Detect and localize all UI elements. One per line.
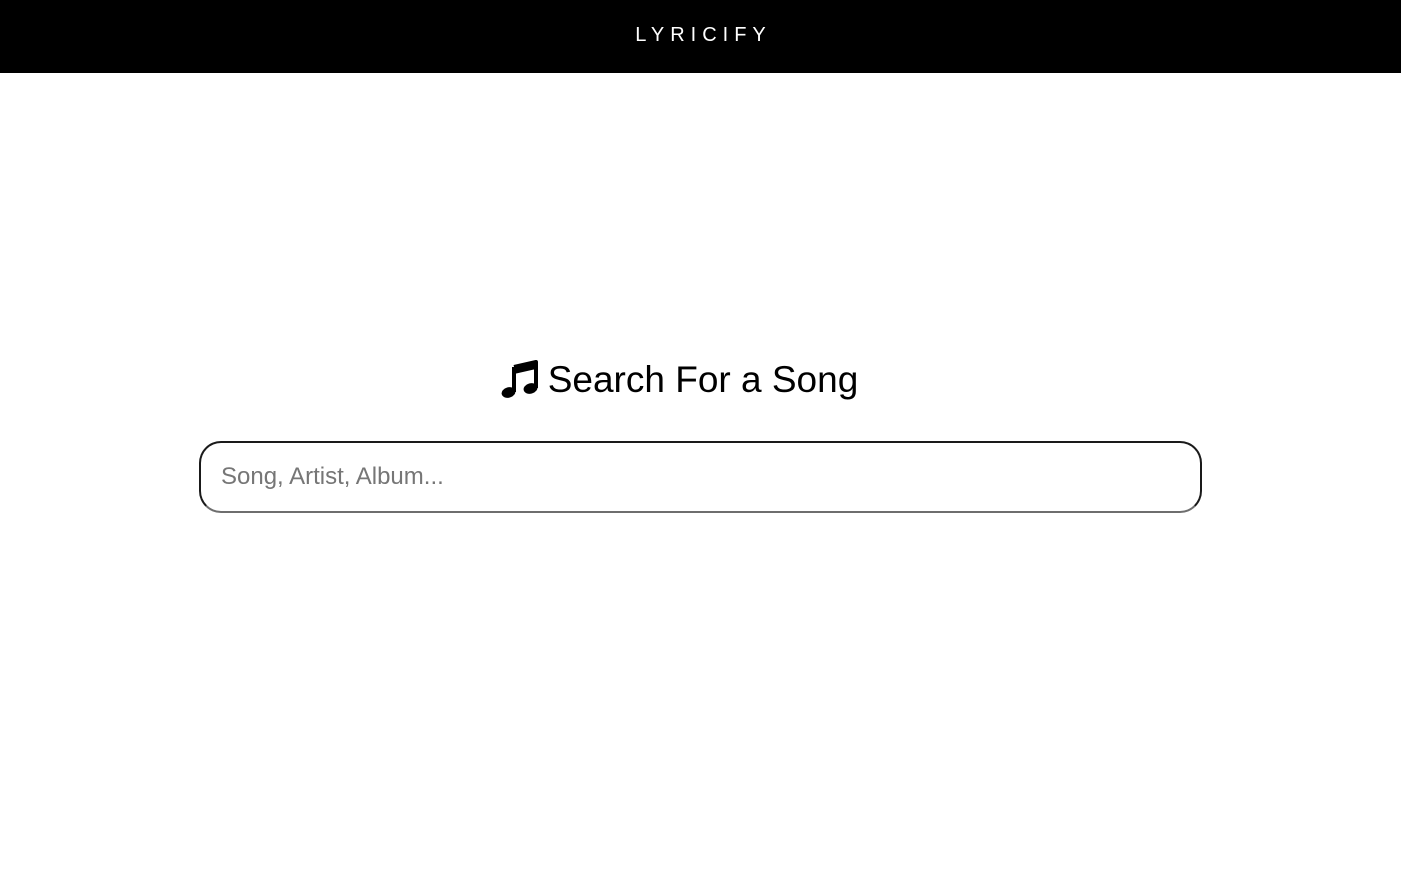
search-input[interactable] [199, 441, 1202, 513]
brand-logo-text[interactable]: LYRICIFY [635, 24, 772, 47]
music-note-icon [499, 359, 539, 399]
top-navbar: LYRICIFY [0, 0, 1401, 73]
page-title: Search For a Song [0, 359, 1357, 399]
main-content: Search For a Song [0, 73, 1401, 873]
page-title-text: Search For a Song [547, 358, 859, 400]
search-bar [199, 441, 1202, 513]
